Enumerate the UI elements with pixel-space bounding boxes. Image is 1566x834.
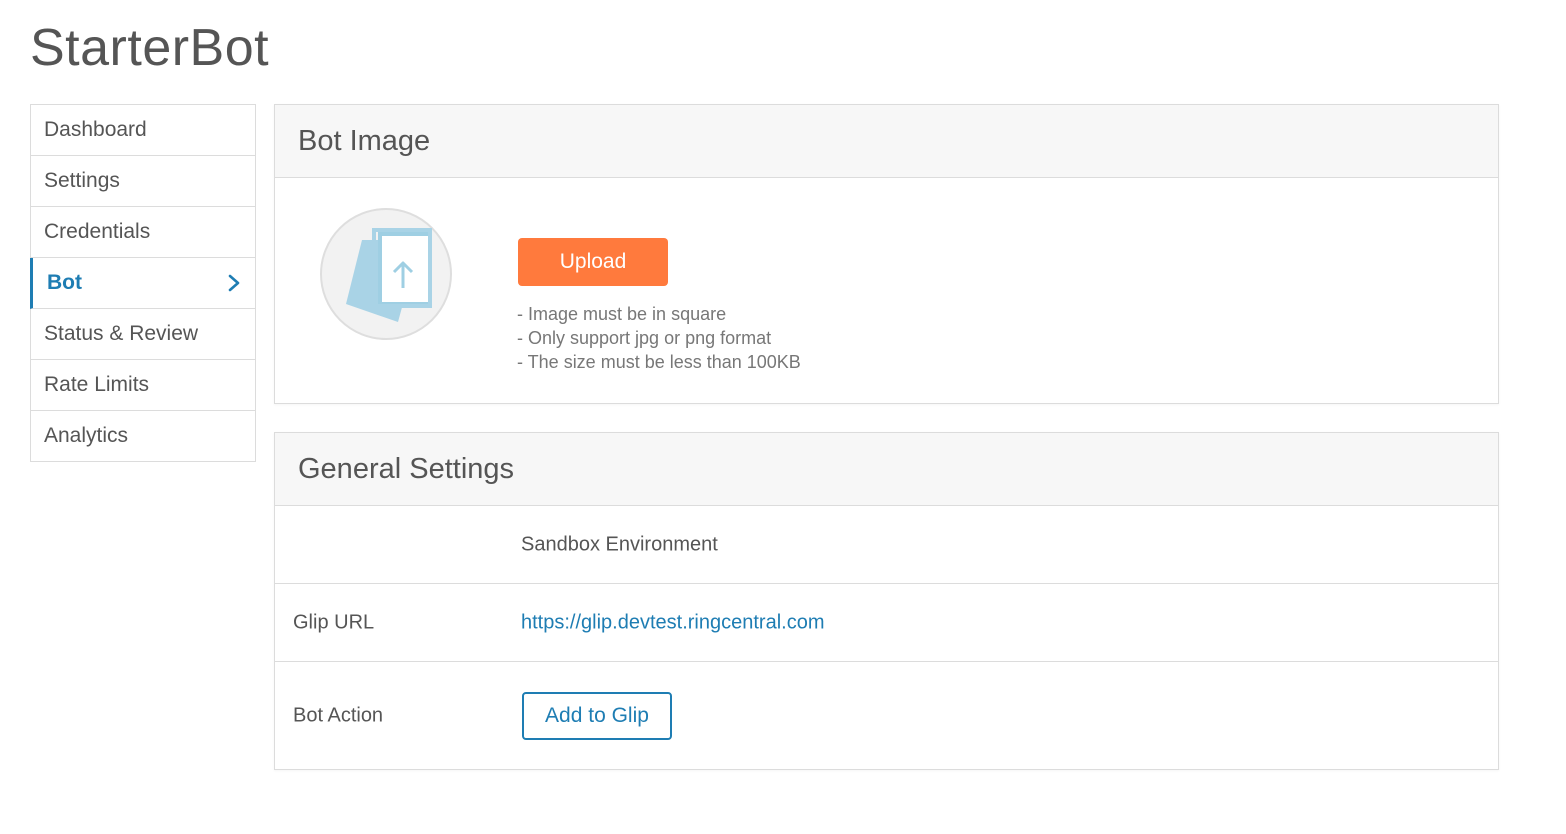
sidebar-item-status-review[interactable]: Status & Review — [31, 309, 255, 360]
sidebar-item-dashboard[interactable]: Dashboard — [31, 105, 255, 156]
image-upload-icon — [346, 228, 432, 322]
chevron-right-icon — [228, 274, 240, 292]
bot-action-row: Bot Action Add to Glip — [275, 662, 1498, 769]
sidebar-item-label: Dashboard — [44, 118, 147, 141]
sidebar-item-label: Credentials — [44, 220, 151, 243]
sidebar-item-label: Rate Limits — [44, 373, 150, 396]
upload-button[interactable]: Upload — [518, 238, 668, 286]
sidebar-item-label: Status & Review — [44, 322, 199, 345]
glip-url-row: Glip URL https://glip.devtest.ringcentra… — [275, 584, 1498, 662]
bot-image-panel: Bot Image Upload - Image must be in squa… — [274, 104, 1499, 404]
sidebar-item-bot[interactable]: Bot — [30, 258, 255, 309]
sidebar-item-label: Bot — [47, 271, 82, 294]
sidebar-item-rate-limits[interactable]: Rate Limits — [31, 360, 255, 411]
sidebar-item-settings[interactable]: Settings — [31, 156, 255, 207]
sidebar-item-label: Analytics — [44, 424, 129, 447]
sidebar-item-analytics[interactable]: Analytics — [31, 411, 255, 462]
panel-title: Bot Image — [275, 105, 1498, 178]
glip-url-link[interactable]: https://glip.devtest.ringcentral.com — [521, 611, 824, 634]
sidebar-item-label: Settings — [44, 169, 120, 192]
glip-url-label: Glip URL — [293, 611, 375, 633]
general-settings-panel: General Settings Sandbox Environment Gli… — [274, 432, 1499, 770]
environment-row: Sandbox Environment — [275, 506, 1498, 584]
sidebar-nav: Dashboard Settings Credentials Bot Statu… — [30, 104, 256, 462]
add-to-glip-button[interactable]: Add to Glip — [522, 691, 672, 740]
upload-hints: - Image must be in square - Only support… — [517, 302, 801, 374]
environment-label: Sandbox Environment — [521, 533, 718, 555]
hint-text: - Image must be in square — [517, 304, 727, 324]
bot-image-placeholder — [320, 208, 452, 340]
sidebar-item-credentials[interactable]: Credentials — [31, 207, 255, 258]
app-title: StarterBot — [30, 19, 270, 77]
hint-text: - The size must be less than 100KB — [517, 352, 801, 372]
bot-action-label: Bot Action — [293, 704, 384, 726]
panel-title: General Settings — [275, 433, 1498, 506]
hint-text: - Only support jpg or png format — [517, 328, 772, 348]
